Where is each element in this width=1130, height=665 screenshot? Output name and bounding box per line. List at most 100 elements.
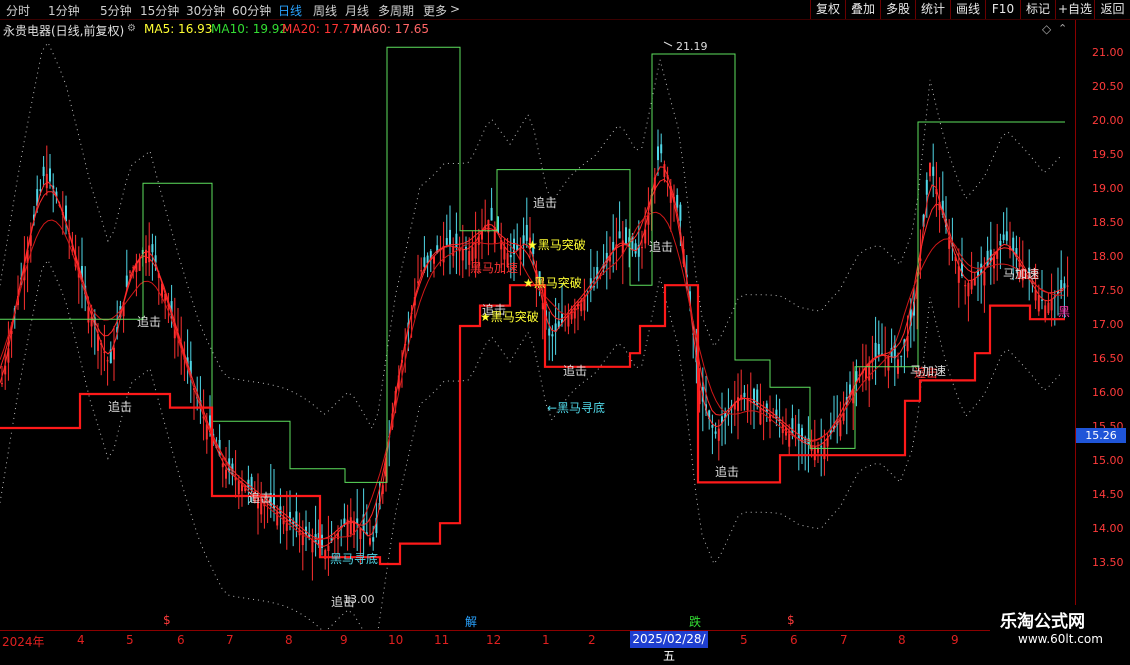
ma5-value: MA5: 16.93 — [144, 22, 213, 36]
time-tick: 4 — [77, 633, 85, 647]
time-tick: 9 — [340, 633, 348, 647]
price-tick: 16.00 — [1092, 386, 1124, 399]
price-tick: 19.50 — [1092, 148, 1124, 161]
candle — [186, 329, 189, 384]
event-marker-dividend[interactable]: $ — [163, 613, 171, 627]
signal-label: 黑 — [1058, 305, 1070, 319]
candle — [93, 309, 96, 355]
time-tick: 11 — [434, 633, 450, 647]
candle — [730, 399, 733, 434]
candle — [106, 356, 109, 386]
candle — [557, 303, 560, 329]
period-tab-monthly[interactable]: 月线 — [345, 2, 369, 19]
candle — [980, 246, 983, 304]
candle — [970, 251, 973, 295]
event-marker-unlock[interactable]: 解 — [465, 613, 477, 630]
candle — [625, 219, 627, 246]
candle — [714, 422, 717, 439]
candle — [740, 369, 743, 412]
candle — [618, 201, 621, 239]
candle — [887, 355, 890, 389]
candle — [356, 489, 359, 551]
period-tab-15min[interactable]: 15分钟 — [140, 2, 179, 19]
event-marker-drop[interactable]: 跌 — [689, 613, 701, 630]
price-tick: 16.50 — [1092, 352, 1124, 365]
candle — [1037, 284, 1040, 316]
candle — [481, 208, 483, 260]
period-tab-more[interactable]: 更多 — [423, 2, 447, 19]
candle — [519, 237, 522, 276]
candle — [948, 219, 951, 266]
candle — [138, 253, 141, 271]
f10-button[interactable]: F10 — [985, 0, 1020, 19]
price-tick: 18.50 — [1092, 216, 1124, 229]
mark-button[interactable]: 标记 — [1020, 0, 1055, 19]
draw-line-button[interactable]: 画线 — [950, 0, 985, 19]
candle — [567, 303, 570, 335]
candle — [42, 156, 45, 187]
time-tick: 1 — [542, 633, 550, 647]
candle — [145, 235, 147, 276]
time-tick: 5 — [740, 633, 748, 647]
candle — [490, 187, 493, 221]
current-price-tag: 15.26 — [1076, 428, 1126, 443]
time-tick: 8 — [285, 633, 293, 647]
high-price-label: 21.19 — [676, 40, 708, 53]
ma20-value: MA20: 17.77 — [282, 22, 359, 36]
period-tab-daily[interactable]: 日线 — [278, 2, 302, 19]
time-tick: 2 — [588, 633, 596, 647]
period-tab-weekly[interactable]: 周线 — [313, 2, 337, 19]
signal-label: 追击 — [137, 314, 161, 329]
price-tick: 14.50 — [1092, 488, 1124, 501]
kline-chart[interactable]: 追击追击追击黑马寻底追击黑马加速追击★黑马突破★黑马突破★黑马突破追击←黑马寻底… — [0, 38, 1075, 630]
candle — [455, 212, 458, 275]
candle — [794, 414, 797, 447]
price-tick: 19.00 — [1092, 182, 1124, 195]
diamond-icon[interactable]: ◇ — [1042, 22, 1051, 36]
low-price-label: 13.00 — [343, 593, 375, 606]
signal-label: 马加速 — [910, 364, 946, 378]
candle — [775, 394, 778, 427]
price-tick: 20.50 — [1092, 80, 1124, 93]
site-watermark: 乐淘公式网 www.60lt.com — [990, 605, 1130, 650]
adjust-button[interactable]: 复权 — [810, 0, 845, 19]
period-tab-multi[interactable]: 多周期 — [378, 2, 414, 19]
signal-label: 黑马加速 — [470, 261, 518, 275]
period-tab-5min[interactable]: 5分钟 — [100, 2, 132, 19]
multi-stock-button[interactable]: 多股 — [880, 0, 915, 19]
candle — [445, 214, 448, 248]
ma-line — [0, 211, 1065, 540]
price-tick: 17.00 — [1092, 318, 1124, 331]
overlay-button[interactable]: 叠加 — [845, 0, 880, 19]
event-marker-dividend[interactable]: $ — [787, 613, 795, 627]
back-button[interactable]: 返回 — [1094, 0, 1130, 19]
collapse-icon[interactable]: ⌃ — [1058, 22, 1067, 35]
candle — [884, 326, 887, 377]
candle — [1047, 292, 1050, 315]
candle — [1002, 212, 1005, 244]
signal-label: 追击 — [108, 399, 132, 414]
candle — [362, 488, 365, 555]
chevron-right-icon[interactable]: > — [450, 2, 460, 16]
candle — [103, 324, 106, 372]
period-tab-60min[interactable]: 60分钟 — [232, 2, 271, 19]
time-tick: 12 — [486, 633, 502, 647]
candle — [711, 414, 714, 455]
period-tab-30min[interactable]: 30分钟 — [186, 2, 225, 19]
cursor-date: 2025/02/28/五 — [630, 631, 708, 663]
period-tab-intraday[interactable]: 分时 — [6, 2, 30, 19]
statistics-button[interactable]: 统计 — [915, 0, 950, 19]
candle — [897, 352, 899, 379]
add-watchlist-button[interactable]: +自选 — [1055, 0, 1094, 19]
candle — [596, 250, 599, 289]
settings-icon[interactable]: ⚙ — [127, 23, 136, 34]
candle — [548, 311, 551, 361]
time-axis: 2024年 4 5 6 7 8 9 10 11 12 1 2 5 6 7 8 9 — [0, 630, 1075, 651]
signal-label: 追击 — [715, 464, 739, 479]
signal-label: 追击 — [533, 195, 557, 210]
period-tab-1min[interactable]: 1分钟 — [48, 2, 80, 19]
ma60-value: MA60: 17.65 — [353, 22, 430, 36]
candle — [801, 424, 803, 465]
signal-label: ★黑马突破 — [523, 275, 582, 290]
time-tick: 10 — [388, 633, 404, 647]
